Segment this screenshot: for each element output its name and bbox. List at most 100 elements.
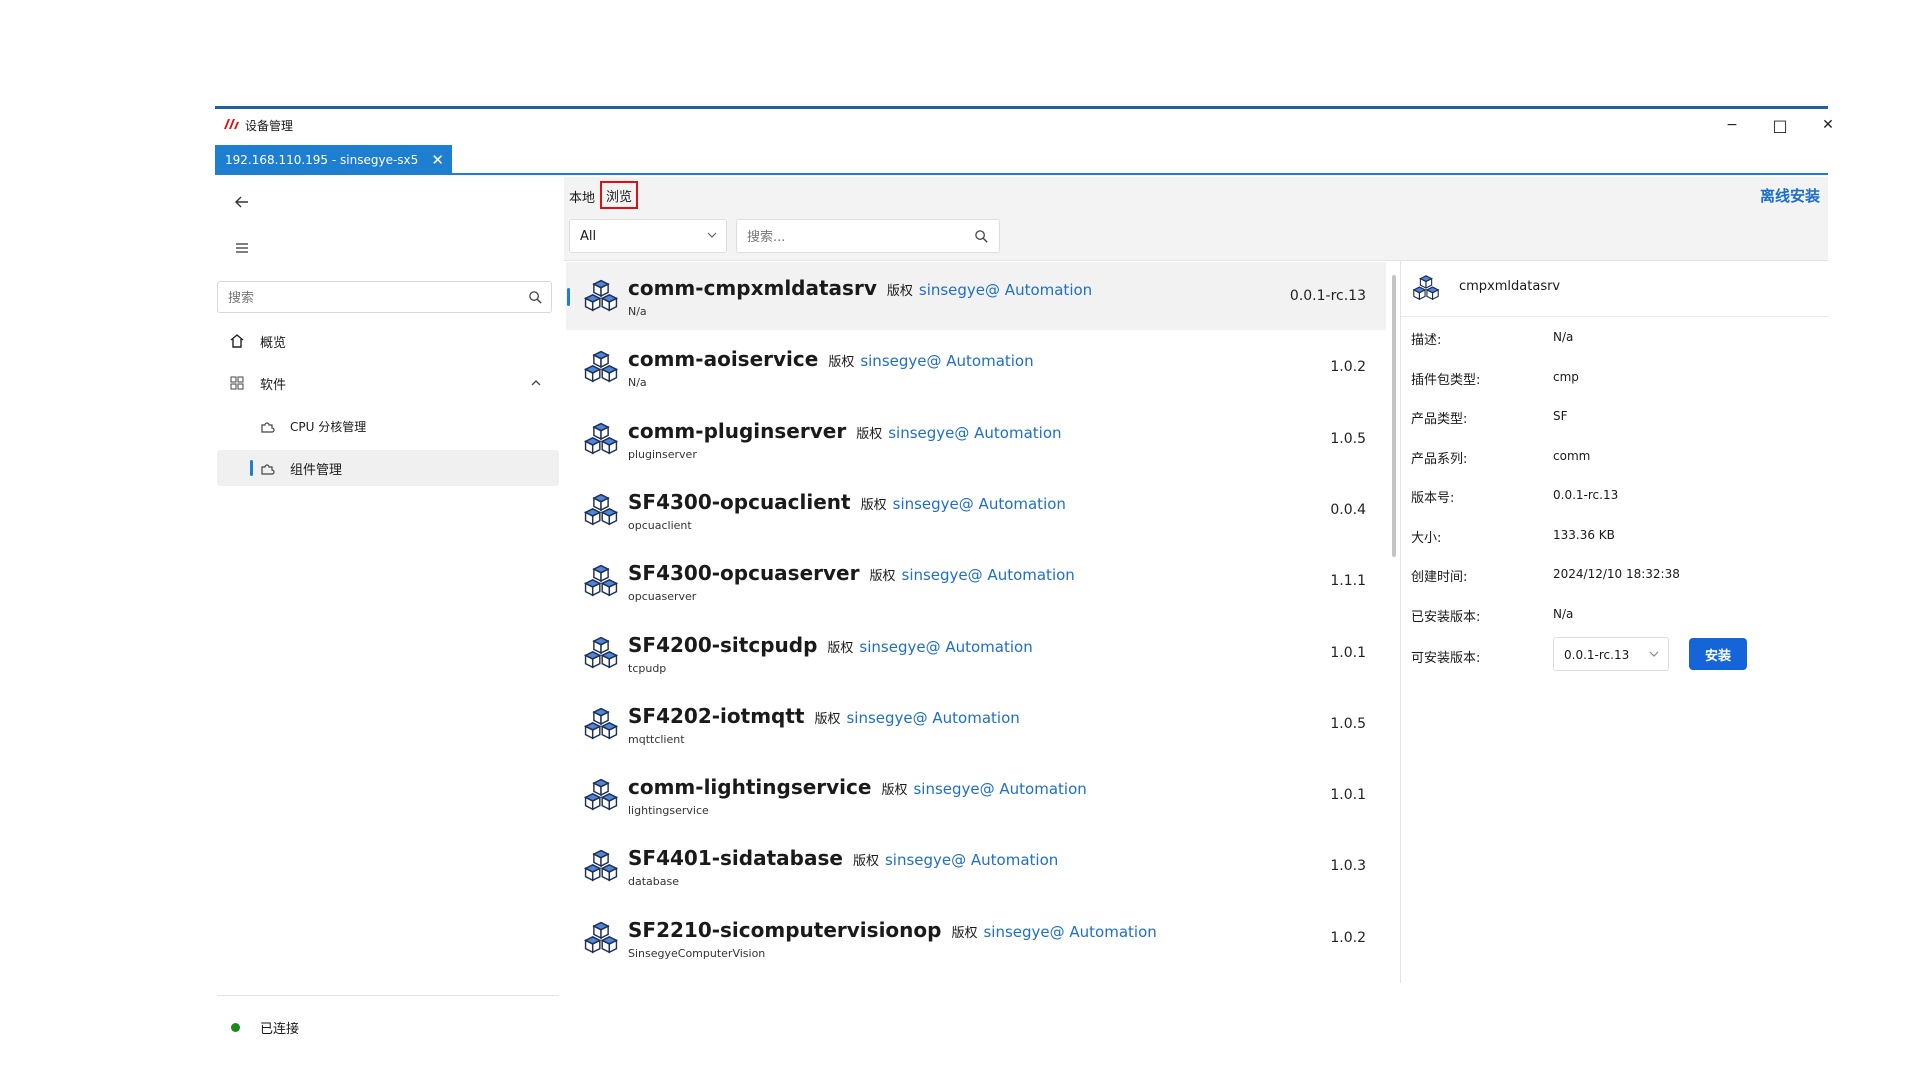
package-search[interactable] bbox=[736, 219, 1000, 253]
package-row[interactable]: SF4300-opcuaclient 版权 sinsegye@ Automation… bbox=[566, 476, 1386, 544]
hamburger-icon bbox=[236, 243, 248, 253]
package-description: N/a bbox=[628, 305, 647, 318]
chevron-up-icon[interactable] bbox=[530, 377, 542, 389]
minimize-button[interactable]: − bbox=[1712, 113, 1752, 137]
connection-tab-bar: 192.168.110.195 - sinsegye-sx5 ✕ bbox=[215, 145, 1828, 175]
package-row[interactable]: SF4200-sitcpudp 版权 sinsegye@ Automation tcp… bbox=[566, 619, 1386, 687]
publisher-link[interactable]: sinsegye@ Automation bbox=[860, 352, 1033, 370]
publisher-link[interactable]: sinsegye@ Automation bbox=[893, 495, 1066, 513]
close-window-button[interactable]: ✕ bbox=[1808, 113, 1848, 137]
package-meta: 版权 sinsegye@ Automation bbox=[861, 495, 1066, 513]
sidebar-search-input[interactable] bbox=[228, 288, 508, 308]
detail-field-label: 创建时间: bbox=[1411, 570, 1468, 585]
selected-indicator bbox=[567, 288, 570, 306]
package-cubes-icon bbox=[582, 491, 620, 533]
back-button[interactable] bbox=[229, 189, 255, 215]
package-name: comm-lightingservice bbox=[628, 775, 872, 800]
package-row[interactable]: comm-lightingservice 版权 sinsegye@ Automati… bbox=[566, 761, 1386, 829]
package-search-input[interactable] bbox=[747, 228, 967, 246]
package-row[interactable]: comm-pluginserver 版权 sinsegye@ Automation p… bbox=[566, 405, 1386, 473]
package-row[interactable]: SF2210-sicomputervisionop 版权 sinsegye@ Aut… bbox=[566, 904, 1386, 972]
package-row[interactable]: SF4300-opcuaserver 版权 sinsegye@ Automation… bbox=[566, 547, 1386, 615]
apps-grid-icon bbox=[229, 375, 245, 391]
package-meta: 版权 sinsegye@ Automation bbox=[852, 851, 1058, 870]
package-detail-panel: cmpxmldatasrv 描述: N/a 插件包类型: cmp 产品类型: SF 产品系列… bbox=[1400, 261, 1828, 983]
detail-title: cmpxmldatasrv bbox=[1459, 279, 1561, 294]
app-window: 设备管理 − □ ✕ 192.168.110.195 - sinsegye-sx… bbox=[215, 106, 1834, 1037]
publisher-link[interactable]: sinsegye@ Automation bbox=[919, 281, 1092, 299]
category-select[interactable]: All bbox=[569, 219, 727, 253]
search-icon[interactable] bbox=[974, 229, 989, 244]
package-title: SF4202-iotmqtt 版权 sinsegye@ Automation bbox=[628, 704, 1020, 728]
connection-tab[interactable]: 192.168.110.195 - sinsegye-sx5 ✕ bbox=[215, 145, 452, 175]
package-meta: 版权 sinsegye@ Automation bbox=[869, 566, 1075, 585]
sidebar-item-software[interactable]: 软件 bbox=[217, 365, 559, 401]
publisher-link[interactable]: sinsegye@ Automation bbox=[859, 638, 1032, 656]
package-title: comm-lightingservice 版权 sinsegye@ Automati… bbox=[628, 775, 1087, 799]
package-row[interactable]: SF4401-sidatabase 版权 sinsegye@ Automation d… bbox=[566, 832, 1386, 900]
package-cubes-icon bbox=[582, 562, 620, 604]
package-row[interactable]: comm-cmpxmldatasrv 版权 sinsegye@ Automation… bbox=[566, 262, 1386, 330]
offline-install-link[interactable]: 离线安装 bbox=[1760, 185, 1820, 206]
detail-field-value: 0.0.1-rc.13 bbox=[1553, 488, 1619, 502]
package-meta: 版权 sinsegye@ Automation bbox=[856, 424, 1061, 442]
app-logo-icon bbox=[224, 119, 239, 129]
publisher-link[interactable]: sinsegye@ Automation bbox=[902, 566, 1075, 584]
package-row[interactable]: comm-aoiservice 版权 sinsegye@ Automation N/a… bbox=[566, 333, 1386, 401]
chevron-down-icon bbox=[1649, 651, 1659, 657]
package-cubes-icon bbox=[582, 634, 620, 676]
tab-local[interactable]: 本地 bbox=[569, 187, 595, 206]
connection-status-dot bbox=[231, 1023, 240, 1032]
plugin-icon bbox=[259, 460, 277, 476]
sidebar-item-component-management[interactable]: 组件管理 bbox=[217, 450, 559, 486]
list-scrollbar[interactable] bbox=[1392, 275, 1396, 557]
maximize-button[interactable]: □ bbox=[1760, 113, 1800, 137]
package-description: database bbox=[628, 875, 679, 889]
package-name: comm-cmpxmldatasrv bbox=[628, 276, 877, 300]
detail-header: cmpxmldatasrv bbox=[1401, 261, 1828, 317]
menu-toggle-button[interactable] bbox=[229, 235, 255, 261]
package-version: 1.0.1 bbox=[1330, 787, 1366, 804]
search-icon[interactable] bbox=[528, 290, 543, 305]
copyright-label: 版权 bbox=[951, 925, 978, 941]
active-indicator bbox=[250, 460, 253, 476]
title-bar: 设备管理 − □ ✕ bbox=[215, 109, 1834, 141]
publisher-link[interactable]: sinsegye@ Automation bbox=[913, 780, 1086, 798]
detail-field-value: 2024/12/10 18:32:38 bbox=[1553, 567, 1680, 581]
sidebar: 概览 软件 CPU 分核管理 组件管理 bbox=[215, 177, 563, 1037]
package-title: comm-aoiservice 版权 sinsegye@ Automation bbox=[628, 347, 1034, 371]
publisher-link[interactable]: sinsegye@ Automation bbox=[888, 424, 1061, 442]
sidebar-item-cpu-core[interactable]: CPU 分核管理 bbox=[217, 408, 559, 444]
package-version: 1.0.5 bbox=[1330, 715, 1366, 732]
tab-browse[interactable]: 浏览 bbox=[600, 181, 639, 209]
package-list: comm-cmpxmldatasrv 版权 sinsegye@ Automation… bbox=[564, 261, 1390, 983]
copyright-label: 版权 bbox=[852, 854, 879, 870]
package-title: SF4401-sidatabase 版权 sinsegye@ Automation bbox=[628, 846, 1058, 870]
installable-version-label: 可安装版本: bbox=[1411, 651, 1481, 666]
home-icon bbox=[229, 333, 245, 349]
install-button[interactable]: 安装 bbox=[1689, 638, 1747, 670]
sidebar-search[interactable] bbox=[217, 281, 552, 313]
package-description: N/a bbox=[628, 376, 647, 390]
package-name: SF4200-sitcpudp bbox=[628, 632, 818, 657]
package-cubes-icon bbox=[582, 705, 620, 747]
close-tab-icon[interactable]: ✕ bbox=[431, 151, 444, 169]
package-row[interactable]: SF4202-iotmqtt 版权 sinsegye@ Automation mqtt… bbox=[566, 690, 1386, 758]
detail-field-value: N/a bbox=[1553, 330, 1574, 344]
sidebar-item-label: 概览 bbox=[260, 335, 287, 351]
package-cubes-icon bbox=[582, 348, 620, 390]
package-version: 0.0.4 bbox=[1330, 501, 1366, 518]
publisher-link[interactable]: sinsegye@ Automation bbox=[983, 923, 1156, 941]
package-cubes-icon bbox=[582, 420, 620, 462]
detail-field-value: N/a bbox=[1553, 606, 1574, 621]
publisher-link[interactable]: sinsegye@ Automation bbox=[846, 709, 1019, 727]
sidebar-item-overview[interactable]: 概览 bbox=[217, 323, 559, 359]
package-version: 1.0.3 bbox=[1330, 858, 1366, 875]
publisher-link[interactable]: sinsegye@ Automation bbox=[885, 851, 1058, 869]
copyright-label: 版权 bbox=[869, 569, 896, 585]
package-description: opcuaserver bbox=[628, 590, 697, 604]
installable-version-select[interactable]: 0.0.1-rc.13 bbox=[1553, 637, 1669, 671]
package-title: SF4300-opcuaclient 版权 sinsegye@ Automation bbox=[628, 490, 1066, 514]
detail-field-value: cmp bbox=[1553, 369, 1579, 384]
package-version: 1.0.2 bbox=[1330, 359, 1366, 376]
